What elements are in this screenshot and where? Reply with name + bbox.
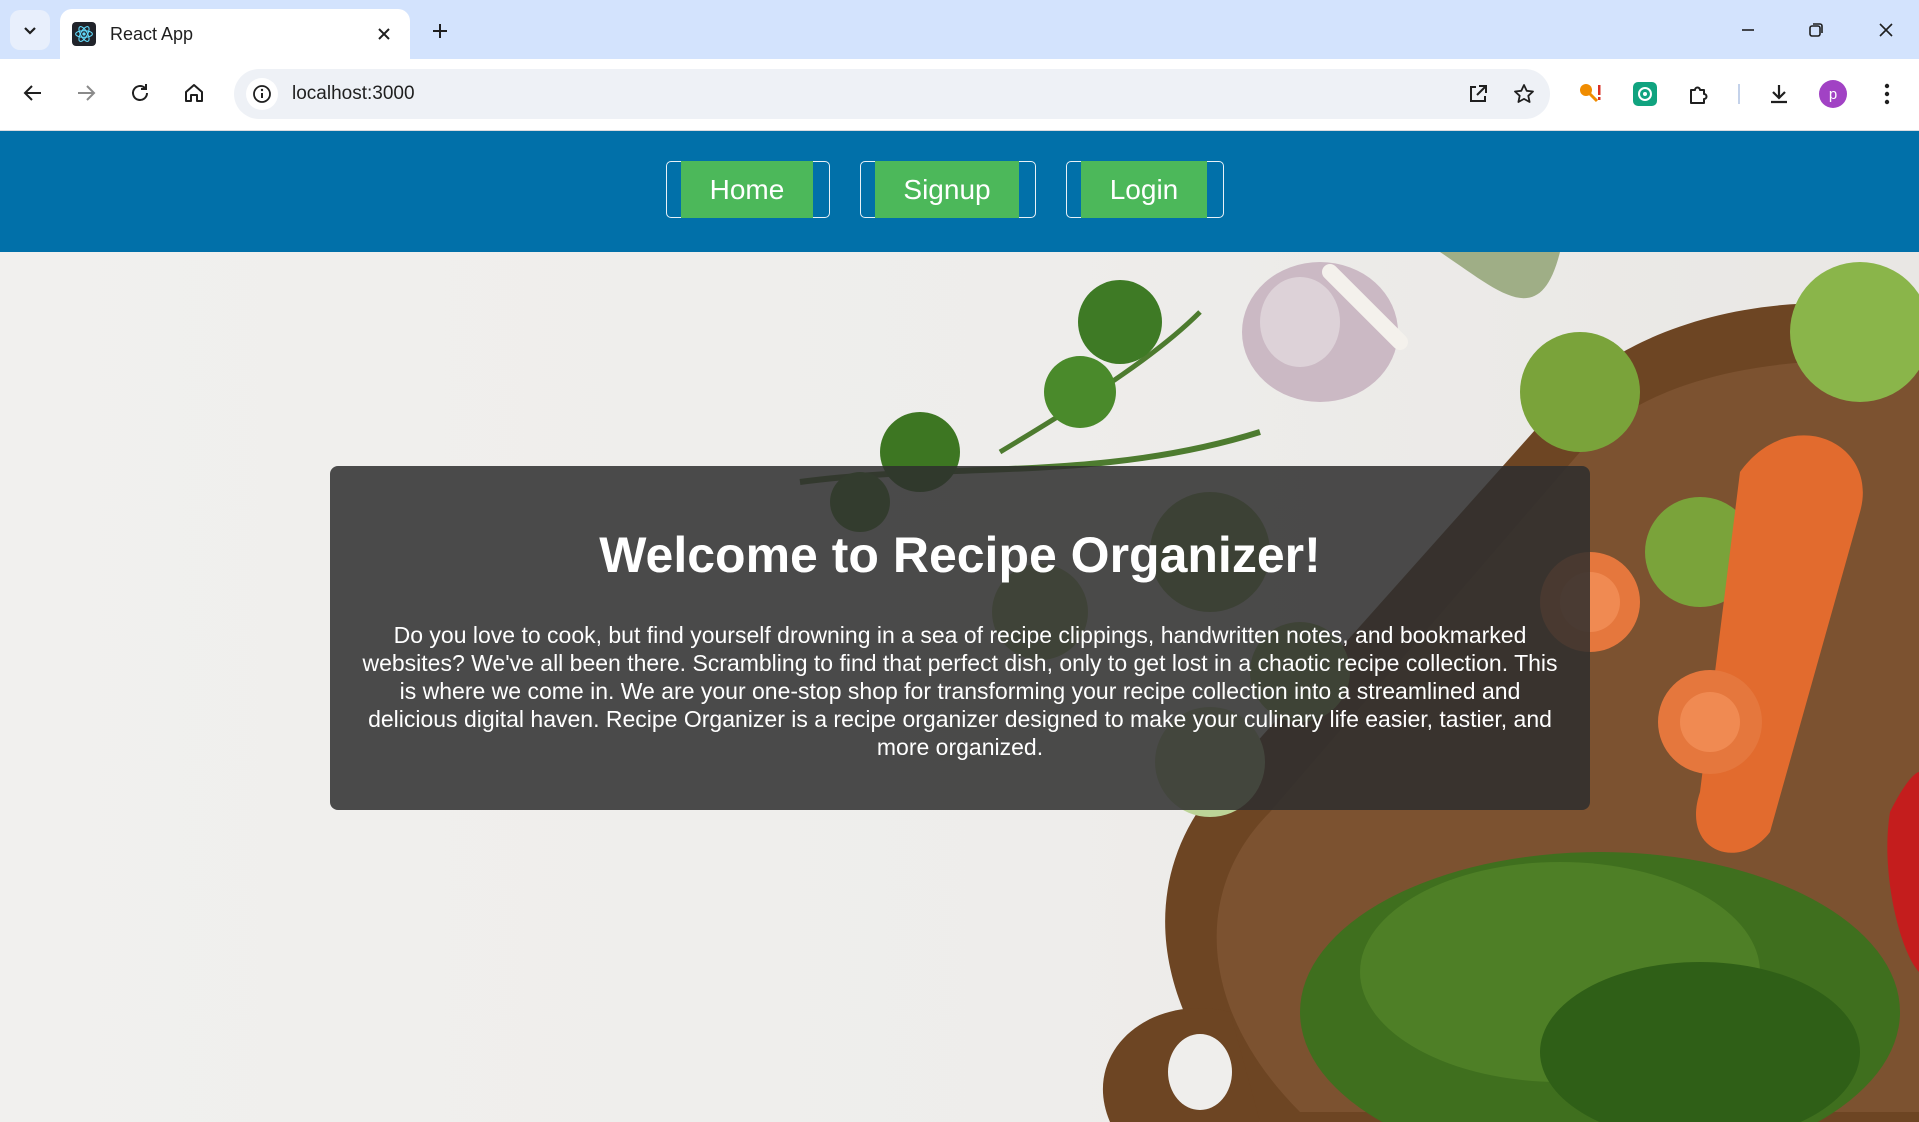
site-info-icon[interactable] — [246, 78, 278, 110]
web-page: Home Signup Login Welcome to Recipe Orga… — [0, 131, 1919, 1122]
login-nav-button[interactable]: Login — [1066, 161, 1224, 218]
browser-menu-icon[interactable] — [1869, 76, 1905, 112]
home-nav-button[interactable]: Home — [666, 161, 830, 218]
site-navbar: Home Signup Login — [0, 131, 1919, 252]
downloads-icon[interactable] — [1761, 76, 1797, 112]
minimize-button[interactable] — [1724, 10, 1772, 50]
arrow-left-icon — [23, 85, 41, 101]
avatar: p — [1819, 80, 1847, 108]
close-icon — [1879, 23, 1893, 37]
login-nav-label: Login — [1081, 161, 1207, 218]
reload-icon — [132, 84, 148, 101]
tab-title: React App — [110, 23, 194, 44]
close-window-button[interactable] — [1862, 10, 1910, 50]
welcome-description: Do you love to cook, but find yourself d… — [362, 622, 1558, 760]
browser-tab-strip: React App — [0, 0, 1919, 59]
toolbar-divider — [1738, 84, 1740, 104]
arrow-right-icon — [78, 85, 96, 101]
chevron-down-icon — [24, 27, 36, 35]
restore-button[interactable] — [1792, 10, 1840, 50]
home-icon — [185, 84, 203, 102]
url-text[interactable]: localhost:3000 — [292, 83, 1458, 105]
extensions-puzzle-icon[interactable] — [1681, 76, 1717, 112]
close-tab-icon[interactable] — [372, 22, 396, 46]
tab-search-button[interactable] — [10, 10, 50, 50]
forward-button[interactable] — [66, 73, 106, 113]
profile-avatar[interactable]: p — [1815, 76, 1851, 112]
new-tab-button[interactable] — [424, 15, 456, 47]
reload-button[interactable] — [120, 73, 160, 113]
chatgpt-extension-icon[interactable] — [1627, 76, 1663, 112]
open-in-app-icon[interactable] — [1458, 74, 1498, 114]
minimize-icon — [1742, 29, 1754, 31]
react-logo-icon — [72, 22, 96, 46]
back-button[interactable] — [13, 73, 53, 113]
plus-icon — [433, 24, 447, 38]
home-nav-label: Home — [681, 161, 813, 218]
bookmark-star-icon[interactable] — [1504, 74, 1544, 114]
extension-key-icon[interactable] — [1572, 76, 1608, 112]
signup-nav-label: Signup — [875, 161, 1019, 218]
address-bar[interactable]: localhost:3000 — [234, 69, 1550, 119]
browser-tab[interactable]: React App — [60, 9, 410, 59]
hero-section: Welcome to Recipe Organizer! Do you love… — [0, 252, 1919, 1122]
restore-icon — [1809, 23, 1823, 37]
page-title: Welcome to Recipe Organizer! — [599, 527, 1321, 583]
home-button[interactable] — [174, 73, 214, 113]
browser-toolbar: localhost:3000 p — [0, 59, 1919, 131]
signup-nav-button[interactable]: Signup — [860, 161, 1036, 218]
welcome-card: Welcome to Recipe Organizer! Do you love… — [330, 466, 1590, 810]
